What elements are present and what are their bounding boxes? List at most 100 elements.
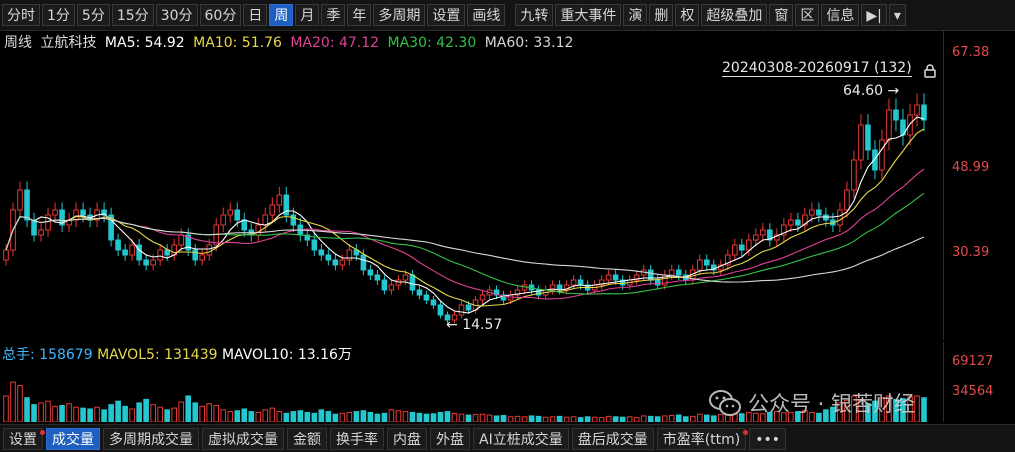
- low-price-label: ← 14.57: [446, 317, 503, 333]
- candle-body: [255, 224, 262, 236]
- wechat-icon: [709, 390, 741, 416]
- candle-body: [921, 104, 927, 121]
- tool-button-0[interactable]: 设置: [427, 4, 466, 26]
- volume-bar: [472, 414, 479, 422]
- candle-body: [129, 244, 135, 256]
- candle-body: [122, 249, 128, 256]
- volume-bar: [409, 411, 416, 422]
- candle-body: [17, 189, 23, 211]
- right-tool-button-0[interactable]: 九转: [515, 4, 554, 26]
- tool-button-1[interactable]: 画线: [467, 4, 506, 26]
- ma10-value: MA10: 51.76: [193, 35, 282, 51]
- candle-body: [865, 124, 871, 151]
- period-tab-11[interactable]: 多周期: [373, 4, 426, 26]
- indicator-tab-8[interactable]: AI立桩成交量: [473, 427, 569, 450]
- volume-bar: [914, 395, 920, 422]
- indicator-tab-2[interactable]: 多周期成交量: [103, 427, 199, 450]
- candle-body: [402, 274, 409, 281]
- indicator-tab-0[interactable]: 设置: [3, 427, 45, 450]
- right-tool-button-2[interactable]: 演: [623, 4, 648, 26]
- chevron-down-icon[interactable]: ▾: [888, 4, 906, 26]
- ma30-value: MA30: 42.30: [387, 35, 477, 51]
- candle-body: [367, 269, 374, 276]
- right-tool-button-7[interactable]: 区: [795, 4, 820, 26]
- period-tab-3[interactable]: 15分: [111, 4, 154, 26]
- volume-bar: [87, 408, 93, 422]
- candle-body: [206, 244, 213, 256]
- candle-body: [388, 284, 395, 291]
- candle-body: [570, 279, 577, 286]
- right-tool-button-6[interactable]: 窗: [769, 4, 794, 26]
- volume-bar: [395, 410, 402, 422]
- right-tool-button-5[interactable]: 超级叠加: [701, 4, 768, 26]
- volume-bar: [59, 405, 65, 422]
- indicator-tab-5[interactable]: 换手率: [330, 427, 384, 450]
- volume-bar: [17, 385, 23, 422]
- candlestick-chart[interactable]: [0, 50, 943, 340]
- volume-bar: [346, 411, 353, 422]
- volume-bar: [577, 417, 584, 422]
- volume-bar: [381, 412, 388, 422]
- candle-body: [262, 214, 269, 226]
- indicator-tab-label: AI立桩成交量: [479, 431, 563, 448]
- right-tool-button-4[interactable]: 权: [675, 4, 700, 26]
- indicator-tab-1[interactable]: 成交量: [46, 427, 100, 450]
- candle-body: [325, 254, 332, 261]
- indicator-tab-10[interactable]: 市盈率(ttm): [656, 427, 749, 450]
- candle-body: [577, 279, 584, 286]
- volume-bar: [647, 415, 654, 422]
- right-tool-button-1[interactable]: 重大事件: [555, 4, 622, 26]
- candle-body: [178, 234, 184, 246]
- volume-bar: [199, 405, 206, 422]
- candle-body: [858, 124, 864, 161]
- indicator-tab-label: 多周期成交量: [109, 431, 193, 448]
- period-tab-5[interactable]: 60分: [199, 4, 242, 26]
- lock-icon[interactable]: [923, 64, 937, 78]
- period-tab-9[interactable]: 季: [321, 4, 346, 26]
- volume-bar: [696, 413, 703, 422]
- volume-bar: [178, 401, 184, 422]
- candle-body: [696, 259, 703, 271]
- volume-bar: [563, 416, 570, 422]
- volume-bar: [444, 411, 451, 422]
- volume-bar: [921, 397, 927, 422]
- indicator-tab-9[interactable]: 盘后成交量: [571, 427, 654, 450]
- volume-bar: [654, 416, 661, 422]
- period-tab-1[interactable]: 1分: [42, 4, 75, 26]
- volume-bar: [640, 415, 647, 422]
- volume-bar: [570, 416, 577, 422]
- indicator-tab-4[interactable]: 金额: [287, 427, 327, 450]
- indicator-tab-7[interactable]: 外盘: [430, 427, 470, 450]
- indicator-tab-label: 成交量: [52, 431, 94, 448]
- candle-body: [80, 209, 86, 216]
- period-tab-2[interactable]: 5分: [76, 4, 110, 26]
- volume-bar: [675, 414, 682, 422]
- indicator-tab-3[interactable]: 虚拟成交量: [202, 427, 284, 450]
- volume-bar: [591, 416, 598, 422]
- right-tool-button-3[interactable]: 删: [649, 4, 674, 26]
- period-tab-0[interactable]: 分时: [2, 4, 40, 26]
- candle-body: [199, 254, 206, 261]
- volume-bar: [185, 395, 191, 422]
- indicator-tab-11[interactable]: •••: [749, 427, 787, 450]
- period-tab-4[interactable]: 30分: [155, 4, 198, 26]
- volume-bar: [493, 415, 500, 422]
- volume-bar: [80, 407, 86, 422]
- period-tab-7[interactable]: 周: [269, 4, 294, 26]
- candle-body: [157, 249, 163, 261]
- candle-body: [143, 259, 149, 266]
- period-toolbar: 分时 1分 5分 15分 30分 60分日周月季年多周期 设置 画线 九转 重大事件演删权超级叠加…: [0, 0, 1015, 31]
- candle-body: [893, 109, 899, 121]
- candle-body: [675, 269, 682, 276]
- right-tool-button-8[interactable]: 信息: [821, 4, 860, 26]
- candle-body: [381, 279, 388, 291]
- panel-toggle-icon[interactable]: ▶|: [861, 4, 887, 26]
- volume-bar: [612, 416, 619, 422]
- volume-bar: [283, 412, 290, 422]
- volume-bar: [430, 413, 437, 422]
- period-tab-8[interactable]: 月: [295, 4, 320, 26]
- period-tab-10[interactable]: 年: [347, 4, 372, 26]
- date-range-label[interactable]: 20240308-20260917 (132): [722, 60, 912, 77]
- period-tab-6[interactable]: 日: [243, 4, 268, 26]
- indicator-tab-6[interactable]: 内盘: [387, 427, 427, 450]
